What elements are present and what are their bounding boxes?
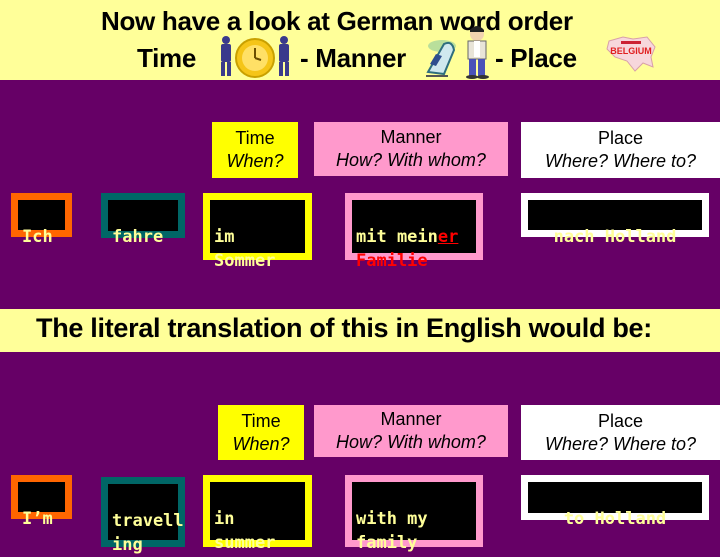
german-manner-box: mit meiner Familie	[345, 193, 483, 271]
german-time-box: im Sommer	[203, 193, 312, 271]
english-verb-box: travell ing	[101, 477, 185, 555]
header-manner-title: Manner	[380, 127, 442, 147]
header-time-question: When?	[226, 151, 284, 171]
header-time-question: When?	[232, 433, 290, 454]
header-place-question: Where? Where to?	[544, 151, 697, 171]
german-subject-box: Ich	[11, 193, 72, 247]
german-place-box: nach Holland	[521, 193, 709, 247]
header-manner-question: How? With whom?	[336, 432, 486, 452]
english-manner-box: with my family	[345, 475, 483, 553]
clock-with-businessmen-icon	[208, 36, 298, 80]
english-verb: travell ing	[112, 511, 184, 555]
header-place-english: Place Where? Where to?	[521, 405, 720, 460]
english-time: in summer	[214, 509, 276, 553]
english-subject-box: I’m	[11, 475, 72, 529]
header-manner-title: Manner	[380, 409, 442, 429]
header-manner-english: Manner How? With whom?	[314, 405, 508, 457]
german-place: nach Holland	[553, 227, 677, 247]
english-subject: I’m	[22, 509, 53, 529]
header-place-question: Where? Where to?	[544, 433, 697, 454]
german-time: im Sommer	[214, 227, 276, 271]
title-place-label: - Place	[495, 43, 577, 73]
header-time-title: Time	[241, 410, 281, 431]
title-time-label: Time	[137, 43, 197, 73]
header-time-title: Time	[235, 128, 275, 148]
german-manner-part1: mit mein	[356, 227, 438, 247]
german-manner-ending: er	[437, 227, 459, 247]
german-verb: fahre	[112, 227, 164, 247]
german-subject: Ich	[22, 227, 53, 247]
title-manner-label: - Manner	[300, 43, 406, 73]
header-place-title: Place	[597, 128, 644, 148]
map-label: BELGIUM	[610, 46, 652, 56]
german-manner-part2: Familie	[356, 251, 428, 271]
header-manner: Manner How? With whom?	[314, 122, 508, 176]
header-time: Time When?	[212, 122, 298, 178]
english-place: to Holland	[563, 509, 667, 529]
header-manner-question: How? With whom?	[336, 150, 486, 170]
slide-title: Now have a look at German word order	[101, 6, 573, 36]
train-and-boy-icon	[426, 26, 489, 79]
german-verb-box: fahre	[101, 193, 185, 247]
english-place-box: to Holland	[521, 475, 709, 529]
english-time-box: in summer	[203, 475, 312, 553]
header-place: Place Where? Where to?	[521, 122, 720, 178]
header-time-english: Time When?	[218, 405, 304, 460]
translation-heading: The literal translation of this in Engli…	[36, 313, 652, 343]
english-manner: with my family	[356, 509, 428, 553]
header-place-title: Place	[597, 410, 644, 431]
belgium-map-icon: BELGIUM	[606, 36, 656, 72]
